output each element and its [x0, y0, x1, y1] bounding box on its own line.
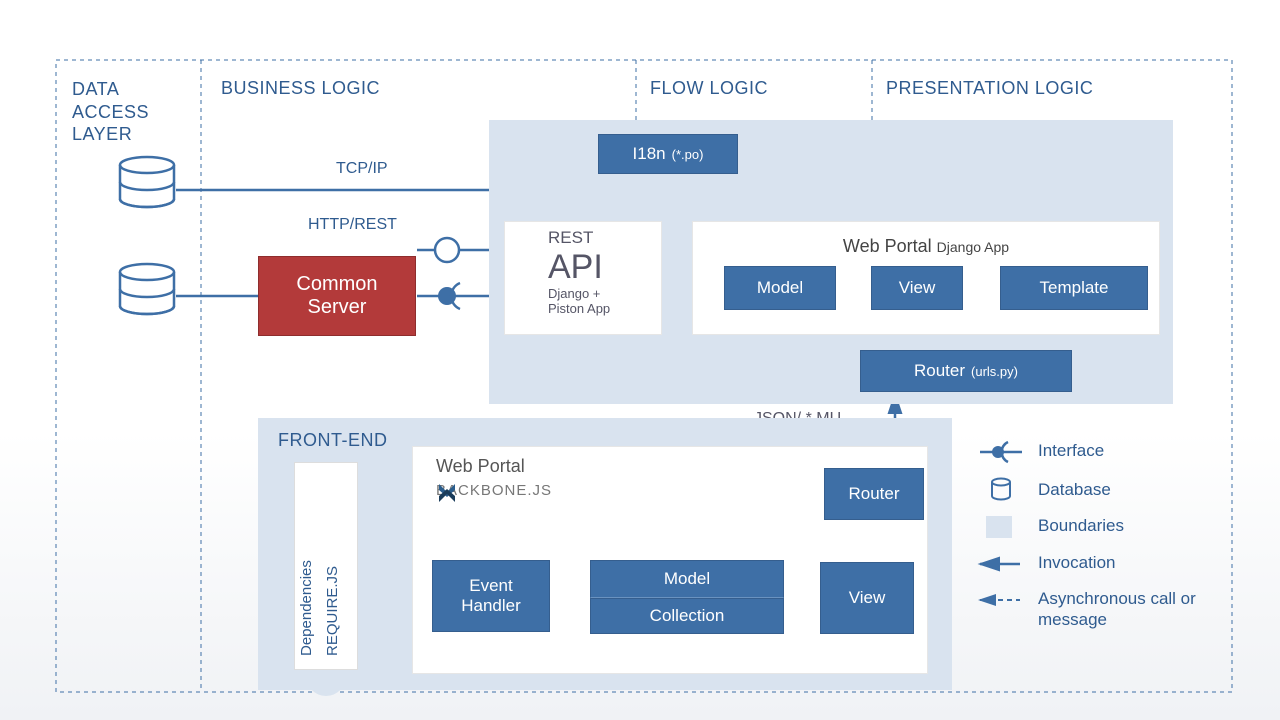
rest-api-rest: REST — [548, 228, 610, 248]
router-label: Router — [914, 361, 965, 381]
layer-business-logic-label: BUSINESS LOGIC — [221, 78, 380, 99]
fe-router-label: Router — [848, 484, 899, 504]
router-box: Router (urls.py) — [860, 350, 1072, 392]
legend-boundaries-label: Boundaries — [1038, 516, 1124, 536]
layer-data-access-label: DATAACCESSLAYER — [72, 78, 149, 146]
django-app-label: Django App — [937, 239, 1009, 255]
router-sub: (urls.py) — [971, 364, 1018, 379]
rest-api-text: REST API Django + Piston App — [548, 228, 610, 317]
legend-interface-label: Interface — [1038, 441, 1104, 461]
fe-collection-label: Collection — [650, 606, 725, 626]
model-label: Model — [757, 278, 803, 298]
view-box: View — [871, 266, 963, 310]
common-server-l1: Common — [296, 273, 377, 296]
i18n-label: I18n — [633, 144, 666, 164]
web-portal-django-title: Web Portal Django App — [693, 236, 1159, 257]
fe-model-label: Model — [664, 569, 710, 589]
common-server-box: Common Server — [258, 256, 416, 336]
fe-view-label: View — [849, 588, 886, 608]
i18n-sub: (*.po) — [672, 147, 704, 162]
legend-database-label: Database — [1038, 480, 1111, 500]
web-portal2-label: Web Portal — [436, 456, 525, 477]
common-server-l2: Server — [308, 296, 367, 319]
template-box: Template — [1000, 266, 1148, 310]
backbone-icon — [436, 482, 458, 504]
web-portal-label: Web Portal — [843, 236, 932, 256]
event-handler-l1: Event — [469, 576, 512, 596]
frontend-label: FRONT-END — [278, 430, 388, 451]
model-box: Model — [724, 266, 836, 310]
layer-presentation-logic-label: PRESENTATION LOGIC — [886, 78, 1093, 99]
rest-api-api: API — [548, 248, 610, 287]
fe-model-box: Model — [590, 560, 784, 598]
legend-boundaries: Boundaries — [1038, 516, 1124, 536]
legend-invocation: Invocation — [1038, 553, 1116, 573]
rest-api-sub2: Piston App — [548, 302, 610, 317]
backbone-logo-row: BACKBONE.JS — [436, 482, 552, 499]
dependencies-label: Dependencies — [298, 490, 315, 656]
event-handler-l2: Handler — [461, 596, 521, 616]
fe-router-box: Router — [824, 468, 924, 520]
event-handler-box: Event Handler — [432, 560, 550, 632]
legend-interface: Interface — [1038, 441, 1104, 461]
fe-view-box: View — [820, 562, 914, 634]
legend-async: Asynchronous call or message — [1038, 588, 1238, 631]
legend-invocation-label: Invocation — [1038, 553, 1116, 573]
tcp-ip-label: TCP/IP — [336, 160, 388, 178]
layer-flow-logic-label: FLOW LOGIC — [650, 78, 768, 99]
fe-collection-box: Collection — [590, 598, 784, 634]
requirejs-label: REQUIRE.JS — [324, 490, 341, 656]
i18n-box: I18n (*.po) — [598, 134, 738, 174]
legend-async-label: Asynchronous call or message — [1038, 588, 1238, 631]
view-label: View — [899, 278, 936, 298]
legend-database: Database — [1038, 480, 1111, 500]
template-label: Template — [1040, 278, 1109, 298]
http-rest-label: HTTP/REST — [308, 216, 397, 234]
rest-api-sub1: Django + — [548, 287, 610, 302]
